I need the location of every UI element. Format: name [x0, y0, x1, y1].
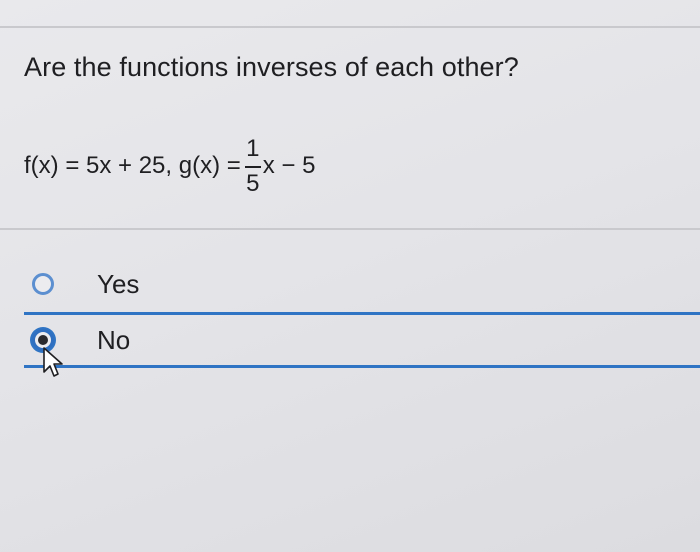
option-label-yes: Yes [97, 268, 140, 299]
option-no[interactable]: No [24, 312, 700, 368]
equation-fraction: 1 5 [244, 134, 261, 197]
fraction-numerator: 1 [246, 134, 260, 162]
equation-g-tail: x − 5 [262, 152, 316, 179]
equation-f-part: f(x) = 5x + 25, g(x) = [24, 152, 241, 179]
fraction-denominator: 5 [246, 169, 260, 197]
option-yes[interactable]: Yes [0, 258, 700, 310]
radio-dot [38, 335, 48, 345]
question-text: Are the functions inverses of each other… [24, 52, 519, 82]
option-label-no: No [97, 324, 131, 355]
top-divider [0, 26, 700, 28]
radio-unselected-icon[interactable] [32, 273, 54, 295]
equation: f(x) = 5x + 25, g(x) = 1 5 x − 5 [24, 128, 315, 204]
mouse-pointer-icon [43, 347, 63, 377]
answer-divider [0, 228, 700, 230]
